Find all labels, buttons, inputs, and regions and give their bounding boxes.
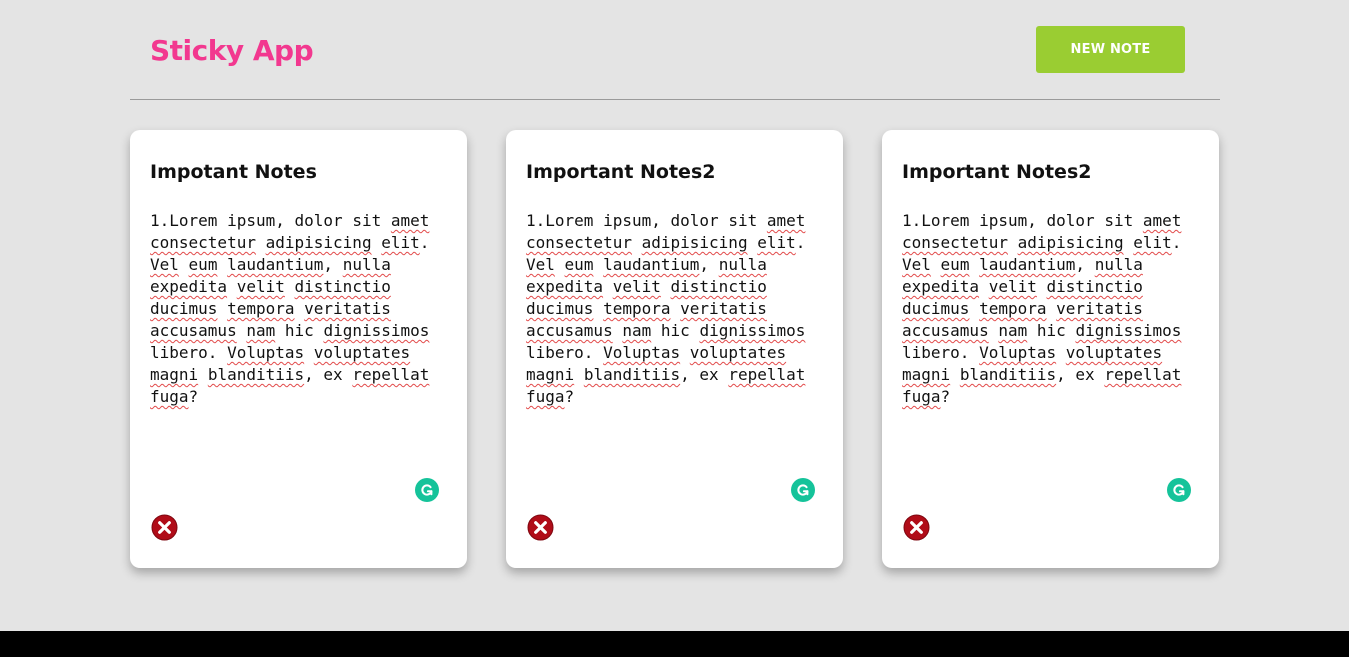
new-note-button[interactable]: NEW NOTE — [1036, 26, 1185, 73]
grammarly-icon[interactable] — [791, 478, 815, 502]
delete-note-icon[interactable] — [527, 514, 554, 541]
grammarly-icon[interactable] — [1167, 478, 1191, 502]
note-body[interactable]: 1.Lorem ipsum, dolor sit amet consectetu… — [902, 210, 1194, 408]
note-card: Important Notes2 1.Lorem ipsum, dolor si… — [882, 130, 1219, 568]
delete-note-icon[interactable] — [151, 514, 178, 541]
notes-grid: Impotant Notes 1.Lorem ipsum, dolor sit … — [130, 130, 1220, 568]
note-title[interactable]: Important Notes2 — [902, 160, 1091, 184]
footer-bar — [0, 631, 1349, 657]
grammarly-icon[interactable] — [415, 478, 439, 502]
app-title: Sticky App — [150, 34, 314, 67]
app-header: Sticky App NEW NOTE — [130, 0, 1220, 100]
note-body[interactable]: 1.Lorem ipsum, dolor sit amet consectetu… — [526, 210, 818, 408]
note-card: Important Notes2 1.Lorem ipsum, dolor si… — [506, 130, 843, 568]
note-card: Impotant Notes 1.Lorem ipsum, dolor sit … — [130, 130, 467, 568]
delete-note-icon[interactable] — [903, 514, 930, 541]
note-body[interactable]: 1.Lorem ipsum, dolor sit amet consectetu… — [150, 210, 442, 408]
note-title[interactable]: Important Notes2 — [526, 160, 715, 184]
note-title[interactable]: Impotant Notes — [150, 160, 317, 184]
